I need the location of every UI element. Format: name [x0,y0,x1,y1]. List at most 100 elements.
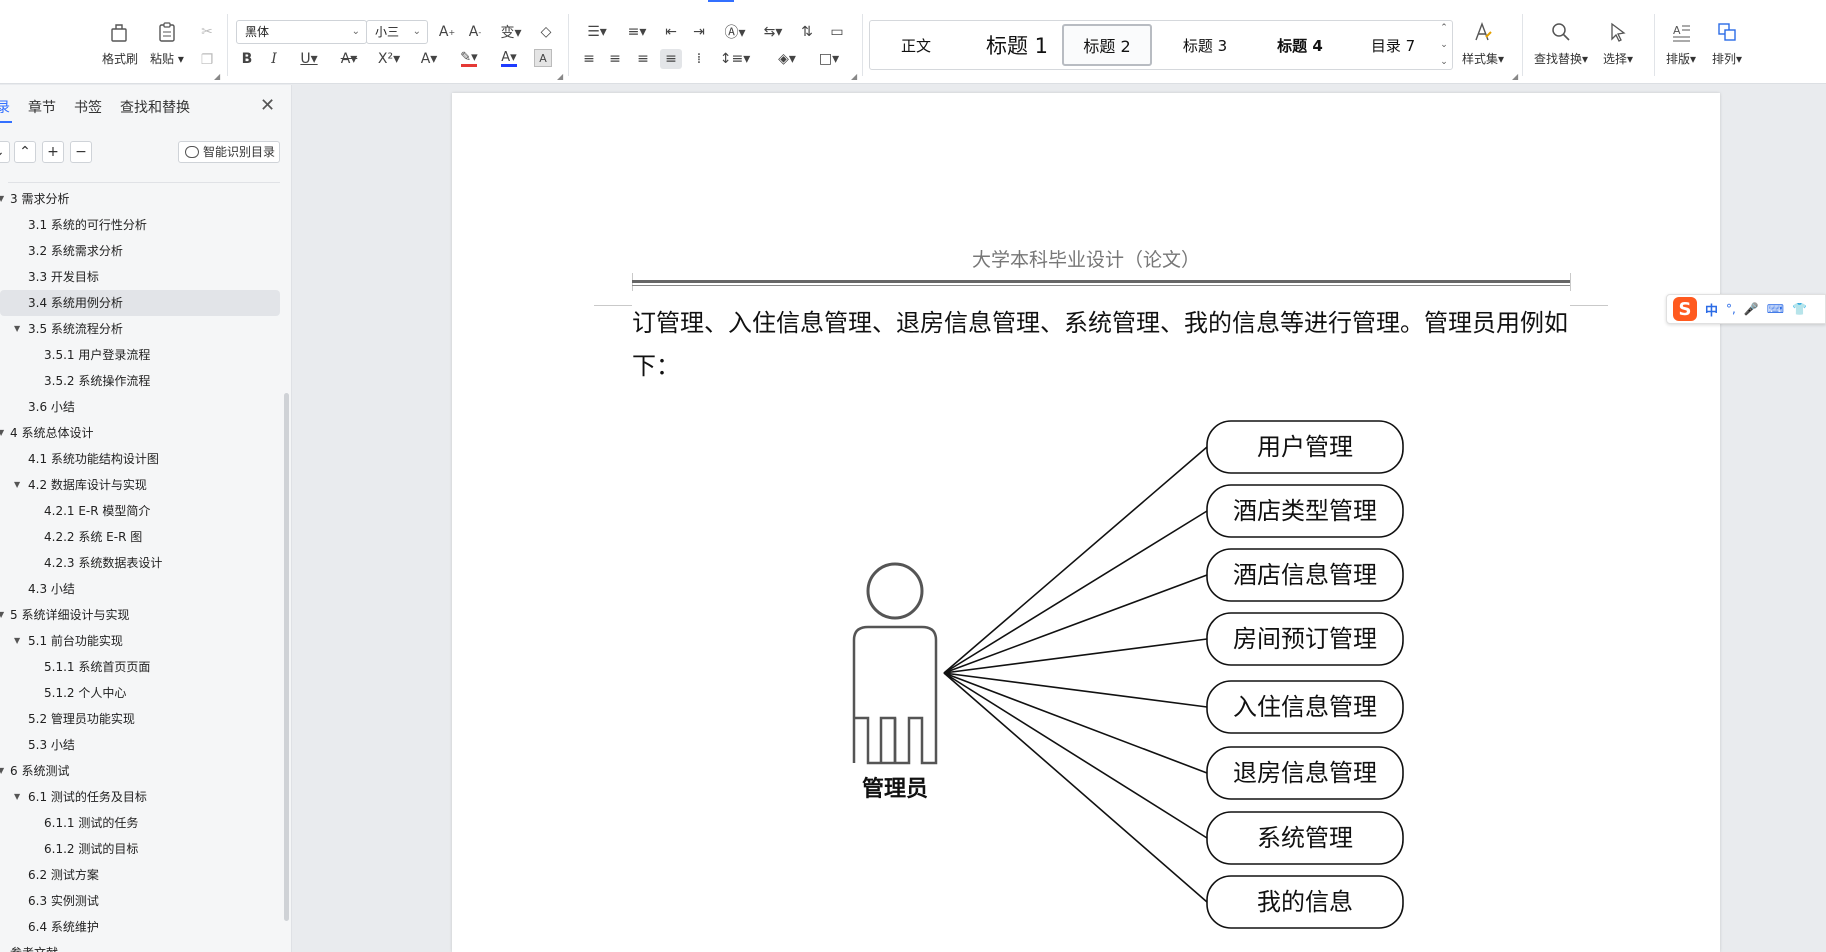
sogou-logo-icon[interactable]: S [1673,297,1697,321]
smart-toc-button[interactable]: 智能识别目录 [178,141,280,163]
font-family-select[interactable]: 黑体 ⌄ [236,20,367,44]
ime-toolbar[interactable]: S 中 °, 🎤 ⌨ 👕 [1666,294,1826,324]
text-direction-icon[interactable]: Ⓐ▾ [718,22,752,42]
shrink-font-icon[interactable]: A- [464,22,486,42]
toc-item[interactable]: ▼ 3 需求分析 [0,186,282,212]
close-icon[interactable]: ✕ [260,95,275,116]
style-toc-7[interactable]: 目录 7 [1348,24,1438,66]
align-center-icon[interactable]: ≡ [604,49,626,69]
document-canvas[interactable]: 大学本科毕业设计（论文） 订管理、入住信息管理、退房信息管理、系统管理、我的信息… [293,85,1826,952]
font-more-icon[interactable]: ◢ [557,72,563,81]
style-normal[interactable]: 正文 [880,24,952,66]
toc-item[interactable]: ▼ 3.5 系统流程分析 [0,316,282,342]
line-spacing-icon[interactable]: ↕≡▾ [718,49,752,69]
italic-icon[interactable]: I [263,49,285,69]
superscript-icon[interactable]: X²▾ [374,49,404,69]
expand-triangle-icon[interactable]: ▼ [14,316,20,342]
paragraph-more-icon[interactable]: ◢ [851,72,857,81]
style-set-button[interactable]: 样式集▾ [1462,20,1504,67]
shading-icon[interactable]: ◈▾ [772,49,802,69]
toc-item[interactable]: 6.3 实例测试 [0,888,282,914]
select-button[interactable]: 选择▾ [1603,20,1633,67]
expand-triangle-icon[interactable]: ▼ [14,628,20,654]
toc-item[interactable]: ▼ 5 系统详细设计与实现 [0,602,282,628]
toc-item[interactable]: 3.4 系统用例分析 [0,290,280,316]
expand-triangle-icon[interactable]: ▼ [0,186,4,212]
sort-icon[interactable]: ⇅ [796,22,818,42]
tab-bookmarks[interactable]: 书签 [74,97,102,119]
numbered-list-icon[interactable]: ≡▾ [620,22,654,42]
skin-icon[interactable]: 👕 [1792,302,1807,316]
expand-triangle-icon[interactable]: ▼ [14,472,20,498]
chevron-up-icon[interactable]: ⌃ [14,141,36,163]
gallery-scroll[interactable]: ⌃ ⌄ ⌄ [1438,23,1450,67]
toc-item[interactable]: 3.2 系统需求分析 [0,238,282,264]
align-right-icon[interactable]: ≡ [632,49,654,69]
toc-item[interactable]: 3.6 小结 [0,394,282,420]
toc-item[interactable]: 5.2 管理员功能实现 [0,706,282,732]
toc-item[interactable]: 4.2.2 系统 E-R 图 [0,524,282,550]
clear-format-icon[interactable]: ◇ [535,22,557,42]
toc-item[interactable]: 5.1.1 系统首页页面 [0,654,282,680]
underline-icon[interactable]: U▾ [294,49,324,69]
distribute-icon[interactable]: ⁞ [688,49,710,69]
style-heading-1[interactable]: 标题 1 [962,24,1072,66]
use-case-diagram[interactable]: 用户管理酒店类型管理酒店信息管理房间预订管理入住信息管理退房信息管理系统管理我的… [452,93,1720,952]
expand-triangle-icon[interactable]: ▼ [14,784,20,810]
tab-toc[interactable]: 录 [0,97,10,119]
styles-more-icon[interactable]: ◢ [1512,72,1518,81]
find-replace-button[interactable]: 查找替换▾ [1534,20,1588,67]
toc-item[interactable]: 6.2 测试方案 [0,862,282,888]
text-effect-icon[interactable]: A▾ [414,49,444,69]
clipboard-more-icon[interactable]: ◢ [214,72,220,81]
toc-item[interactable]: 6.1.1 测试的任务 [0,810,282,836]
toc-item[interactable]: 4.2.3 系统数据表设计 [0,550,282,576]
toc-item[interactable]: 5.3 小结 [0,732,282,758]
toc-item[interactable]: ▼ 6.1 测试的任务及目标 [0,784,282,810]
toc-item[interactable]: 4.1 系统功能结构设计图 [0,446,282,472]
nav-scrollbar[interactable] [284,393,289,921]
strikethrough-icon[interactable]: A▾ [334,49,364,69]
toc-item[interactable]: 4.3 小结 [0,576,282,602]
font-color-icon[interactable]: A▾ [494,49,524,69]
font-size-select[interactable]: 小三 ⌄ [366,20,428,44]
tab-chapters[interactable]: 章节 [28,97,56,119]
remove-heading-button[interactable]: − [70,141,92,163]
document-page[interactable]: 大学本科毕业设计（论文） 订管理、入住信息管理、退房信息管理、系统管理、我的信息… [452,93,1720,952]
align-left-icon[interactable]: ≡ [578,49,600,69]
decrease-indent-icon[interactable]: ⇤ [660,22,682,42]
expand-triangle-icon[interactable]: ▼ [0,758,4,784]
highlight-icon[interactable]: ✎▾ [454,49,484,69]
phonetic-guide-icon[interactable]: 变▾ [496,22,526,42]
tab-find-replace[interactable]: 查找和替换 [120,97,190,119]
line-break-icon[interactable]: ⇆▾ [758,22,788,42]
expand-triangle-icon[interactable]: ▼ [0,420,4,446]
microphone-icon[interactable]: 🎤 [1744,302,1759,316]
toc-item[interactable]: 3.1 系统的可行性分析 [0,212,282,238]
format-painter-button[interactable]: 格式刷 [102,20,138,67]
expand-triangle-icon[interactable]: ▼ [0,602,4,628]
toc-item[interactable]: 6.4 系统维护 [0,914,282,940]
cut-icon[interactable]: ✂ [196,22,218,42]
style-heading-4[interactable]: 标题 4 [1255,24,1345,66]
ime-mode[interactable]: 中 [1705,300,1718,319]
increase-indent-icon[interactable]: ⇥ [688,22,710,42]
add-heading-button[interactable]: + [42,141,64,163]
toc-item[interactable]: 3.5.2 系统操作流程 [0,368,282,394]
toc-item[interactable]: ▼ 4.2 数据库设计与实现 [0,472,282,498]
char-shading-icon[interactable]: A [534,49,552,67]
toc-item[interactable]: 6.1.2 测试的目标 [0,836,282,862]
copy-icon[interactable]: ❐ [196,50,218,70]
style-heading-2[interactable]: 标题 2 [1062,24,1152,66]
paste-button[interactable]: 粘贴 ▾ [150,20,184,67]
toc-item[interactable]: 参考文献 [0,940,282,952]
justify-icon[interactable]: ≡ [660,49,682,69]
layout-button[interactable]: A 排版▾ [1666,20,1696,67]
toc-item[interactable]: ▼ 5.1 前台功能实现 [0,628,282,654]
toc-item[interactable]: 4.2.1 E-R 模型简介 [0,498,282,524]
punctuation-icon[interactable]: °, [1726,302,1736,316]
keyboard-icon[interactable]: ⌨ [1767,302,1784,316]
toc-item[interactable]: 3.5.1 用户登录流程 [0,342,282,368]
bullet-list-icon[interactable]: ☰▾ [580,22,614,42]
grow-font-icon[interactable]: A + [436,22,458,42]
